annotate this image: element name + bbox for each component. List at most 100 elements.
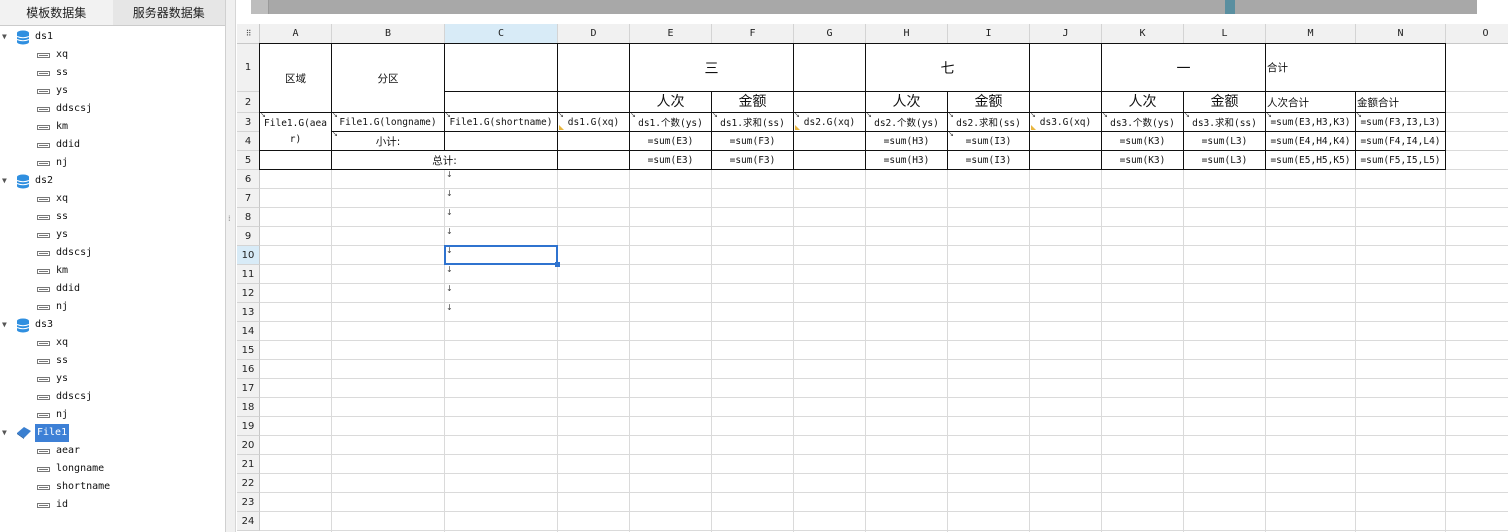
cell-group-header[interactable]: 三	[629, 43, 794, 92]
row-header[interactable]: 5	[237, 151, 260, 170]
fill-handle[interactable]	[555, 262, 560, 267]
report-cell[interactable]	[444, 43, 558, 92]
scrollbar-thumb[interactable]	[1225, 0, 1235, 14]
report-cell[interactable]	[1029, 91, 1102, 113]
report-cell[interactable]	[557, 131, 630, 151]
cell-formula[interactable]: =sum(I3)	[947, 150, 1030, 170]
report-cell[interactable]	[557, 43, 630, 92]
column-header[interactable]: N	[1356, 24, 1446, 44]
cell-subtotal-label[interactable]: 小计:	[331, 131, 445, 151]
tree-node-field[interactable]: shortname	[0, 478, 225, 496]
cell-expression[interactable]: ds1.个数(ys)	[629, 112, 712, 132]
tree-node-dataset[interactable]: ▼ ds3	[0, 316, 225, 334]
cell-expression[interactable]: =sum(E3,H3,K3)	[1265, 112, 1356, 132]
cell-subheader[interactable]: 人次合计	[1265, 91, 1356, 113]
column-header[interactable]: O	[1446, 24, 1508, 44]
cell-expression[interactable]: ds2.个数(ys)	[865, 112, 948, 132]
row-header[interactable]: 19	[237, 417, 260, 436]
tree-node-field[interactable]: nj	[0, 154, 225, 172]
cell-formula[interactable]: =sum(I3)	[947, 131, 1030, 151]
cell-formula[interactable]: =sum(H3)	[865, 131, 948, 151]
column-header[interactable]: B	[332, 24, 445, 44]
column-header[interactable]: J	[1030, 24, 1102, 44]
cell-formula[interactable]: =sum(F3)	[711, 150, 794, 170]
horizontal-scrollbar[interactable]	[251, 0, 1477, 14]
tree-node-field[interactable]: nj	[0, 406, 225, 424]
report-cell[interactable]	[1029, 43, 1102, 92]
report-cell[interactable]	[793, 91, 866, 113]
row-header[interactable]: 20	[237, 436, 260, 455]
cell-expression[interactable]: File1.G(longname)	[331, 112, 445, 132]
row-header[interactable]: 15	[237, 341, 260, 360]
cell-formula[interactable]: =sum(F3)	[711, 131, 794, 151]
report-cell[interactable]	[444, 91, 558, 113]
tree-node-field[interactable]: ddscsj	[0, 244, 225, 262]
cell-expression[interactable]: =sum(F3,I3,L3)	[1355, 112, 1446, 132]
cell-subheader[interactable]: 人次	[629, 91, 712, 113]
report-grid[interactable]: ⠿ A B C D E F G H I J K L M N O 1 2 3 4 5 6 7 8 9 10 11 12 13 14 15 16…	[237, 24, 1508, 532]
column-header[interactable]: M	[1266, 24, 1356, 44]
collapse-toggle-icon[interactable]: ▼	[2, 424, 12, 442]
report-cell[interactable]	[557, 150, 630, 170]
row-header[interactable]: 3	[237, 113, 260, 132]
column-header[interactable]: F	[712, 24, 794, 44]
cell-formula[interactable]: =sum(E5,H5,K5)	[1265, 150, 1356, 170]
column-header[interactable]: I	[948, 24, 1030, 44]
cell-grandtotal-label[interactable]: 总计:	[331, 150, 558, 170]
tree-node-field[interactable]: ys	[0, 82, 225, 100]
cell-expression[interactable]: ds1.求和(ss)	[711, 112, 794, 132]
tree-node-field[interactable]: aear	[0, 442, 225, 460]
tree-node-field[interactable]: ss	[0, 208, 225, 226]
row-header[interactable]: 9	[237, 227, 260, 246]
cell-subheader[interactable]: 金额	[1183, 91, 1266, 113]
cell-formula[interactable]: =sum(K3)	[1101, 131, 1184, 151]
collapse-toggle-icon[interactable]: ▼	[2, 28, 12, 46]
tree-node-field[interactable]: ddscsj	[0, 388, 225, 406]
cell-region-header[interactable]: 区域	[259, 43, 332, 113]
cell-expression[interactable]: ds2.求和(ss)	[947, 112, 1030, 132]
report-cell[interactable]	[444, 131, 558, 151]
cell-expression[interactable]: ds3.求和(ss)	[1183, 112, 1266, 132]
cell-total-header[interactable]: 合计	[1265, 43, 1446, 92]
tree-node-field[interactable]: nj	[0, 298, 225, 316]
row-header[interactable]: 6	[237, 170, 260, 189]
cell-expression[interactable]: File1.G(shortname)	[444, 112, 558, 132]
cell-formula[interactable]: =sum(L3)	[1183, 150, 1266, 170]
tree-node-field[interactable]: ddscsj	[0, 100, 225, 118]
tree-node-field[interactable]: xq	[0, 46, 225, 64]
row-header[interactable]: 4	[237, 132, 260, 151]
column-header[interactable]: L	[1184, 24, 1266, 44]
tree-node-field[interactable]: ss	[0, 64, 225, 82]
tree-node-field[interactable]: km	[0, 262, 225, 280]
row-header[interactable]: 18	[237, 398, 260, 417]
cell-subheader[interactable]: 人次	[865, 91, 948, 113]
cell-formula[interactable]: =sum(F4,I4,L4)	[1355, 131, 1446, 151]
column-header[interactable]: E	[630, 24, 712, 44]
report-cell[interactable]	[793, 150, 866, 170]
select-all-corner[interactable]: ⠿	[237, 24, 260, 44]
tree-node-field[interactable]: km	[0, 118, 225, 136]
row-header[interactable]: 17	[237, 379, 260, 398]
report-cell[interactable]	[557, 91, 630, 113]
column-header[interactable]: H	[866, 24, 948, 44]
cell-formula[interactable]: =sum(E3)	[629, 150, 712, 170]
row-header[interactable]: 22	[237, 474, 260, 493]
tree-node-field[interactable]: ddid	[0, 136, 225, 154]
cell-subheader[interactable]: 人次	[1101, 91, 1184, 113]
column-header[interactable]: D	[558, 24, 630, 44]
cell-formula[interactable]: =sum(K3)	[1101, 150, 1184, 170]
report-cell[interactable]	[1029, 150, 1102, 170]
panel-splitter[interactable]: ⁞	[226, 0, 236, 532]
cell-expression[interactable]: ds1.G(xq)	[557, 112, 630, 132]
column-header[interactable]: G	[794, 24, 866, 44]
tree-node-dataset[interactable]: ▼ File1	[0, 424, 225, 442]
tree-node-field[interactable]: ddid	[0, 280, 225, 298]
column-header[interactable]: C	[445, 24, 558, 44]
cell-subheader[interactable]: 金额	[947, 91, 1030, 113]
column-header[interactable]: A	[260, 24, 332, 44]
report-cell[interactable]	[259, 150, 332, 170]
row-header[interactable]: 16	[237, 360, 260, 379]
scroll-left-button[interactable]	[251, 0, 269, 14]
cell-partition-header[interactable]: 分区	[331, 43, 445, 113]
tree-node-dataset[interactable]: ▼ ds2	[0, 172, 225, 190]
